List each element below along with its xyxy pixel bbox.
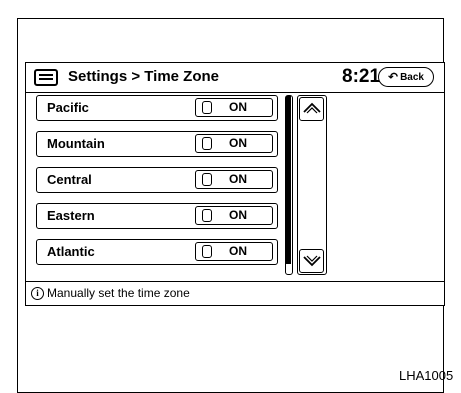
list-item-label: Pacific	[47, 100, 89, 115]
toggle-label: ON	[229, 100, 247, 114]
toggle-label: ON	[229, 136, 247, 150]
list-item-atlantic[interactable]: Atlantic ON	[36, 239, 278, 265]
list-item-eastern[interactable]: Eastern ON	[36, 203, 278, 229]
indicator-icon	[202, 173, 212, 186]
toggle-label: ON	[229, 244, 247, 258]
display-screen: Settings > Time Zone 8:21 ↶ Back Pacific…	[25, 62, 445, 306]
indicator-icon	[202, 137, 212, 150]
toggle-eastern[interactable]: ON	[195, 206, 273, 225]
indicator-icon	[202, 245, 212, 258]
toggle-pacific[interactable]: ON	[195, 98, 273, 117]
menu-icon[interactable]	[34, 69, 58, 86]
back-label: Back	[400, 71, 424, 83]
info-text: Manually set the time zone	[47, 286, 190, 300]
menu-icon-slot	[39, 74, 53, 76]
menu-icon-slot	[39, 78, 53, 80]
back-button[interactable]: ↶ Back	[378, 67, 434, 87]
indicator-icon	[202, 209, 212, 222]
figure-caption: LHA1005	[399, 368, 454, 383]
scroll-button-panel	[297, 95, 327, 275]
info-icon: i	[31, 287, 44, 300]
scrollbar-thumb[interactable]	[286, 96, 291, 265]
list-item-label: Atlantic	[47, 244, 95, 259]
scrollbar[interactable]	[285, 95, 293, 275]
toggle-mountain[interactable]: ON	[195, 134, 273, 153]
back-arrow-icon: ↶	[388, 70, 399, 84]
toggle-atlantic[interactable]: ON	[195, 242, 273, 261]
toggle-label: ON	[229, 172, 247, 186]
list-item-pacific[interactable]: Pacific ON	[36, 95, 278, 121]
toggle-label: ON	[229, 208, 247, 222]
header-bar: Settings > Time Zone 8:21 ↶ Back	[26, 63, 444, 93]
list-item-label: Mountain	[47, 136, 105, 151]
info-bar: i Manually set the time zone	[26, 281, 444, 305]
chevron-down-icon	[303, 255, 321, 267]
list-item-mountain[interactable]: Mountain ON	[36, 131, 278, 157]
scroll-down-button[interactable]	[299, 249, 324, 273]
scroll-up-button[interactable]	[299, 97, 324, 121]
clock: 8:21	[342, 66, 381, 87]
chevron-up-icon	[303, 102, 321, 114]
indicator-icon	[202, 101, 212, 114]
list-item-label: Central	[47, 172, 92, 187]
page-title: Settings > Time Zone	[68, 68, 220, 85]
list-item-central[interactable]: Central ON	[36, 167, 278, 193]
toggle-central[interactable]: ON	[195, 170, 273, 189]
list-item-label: Eastern	[47, 208, 95, 223]
